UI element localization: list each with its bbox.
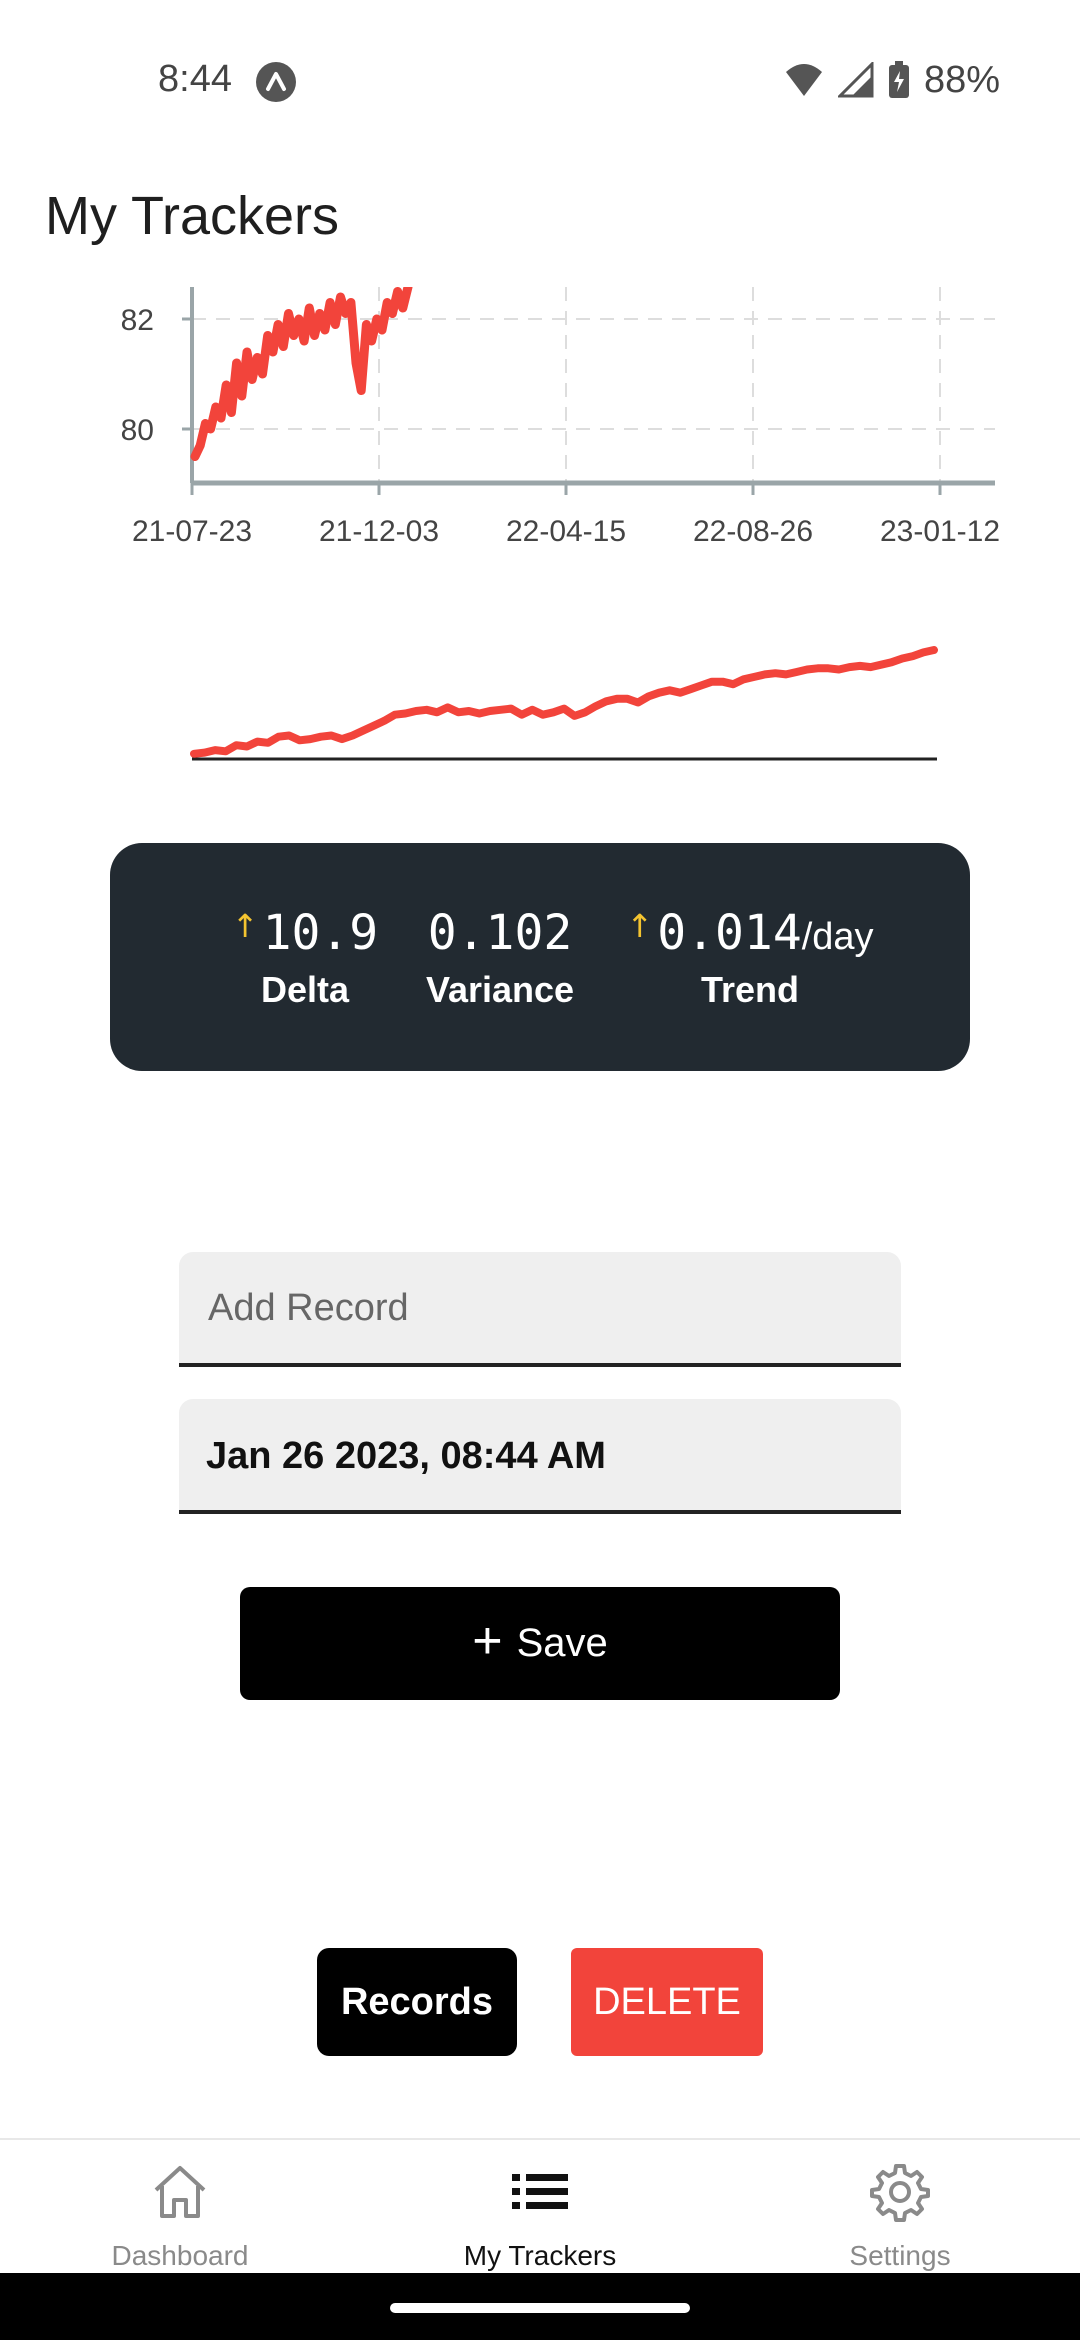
arrow-up-icon: ↑ xyxy=(231,907,259,945)
app-notification-icon xyxy=(256,62,296,102)
plus-icon: + xyxy=(472,1611,503,1670)
x-tick-label: 22-04-15 xyxy=(506,515,626,548)
cell-signal-icon xyxy=(837,62,874,98)
x-tick-label: 21-12-03 xyxy=(319,515,439,548)
variance-label: Variance xyxy=(425,969,575,1010)
variance-value: 0.102 xyxy=(427,905,573,961)
nav-my-trackers-label: My Trackers xyxy=(463,2240,617,2271)
save-label: Save xyxy=(516,1621,608,1665)
records-button[interactable]: Records xyxy=(317,1948,517,2056)
delete-button[interactable]: DELETE xyxy=(571,1948,763,2056)
tracker-chart-svg: 82 80 21-07-23 21-12-03 22-04-15 22-08-26 23-… xyxy=(121,287,1000,548)
trend-stat: ↑0.014/day Trend xyxy=(610,905,890,1011)
status-time: 8:44 xyxy=(158,58,232,100)
trend-label: Trend xyxy=(700,969,799,1010)
save-button[interactable]: + Save xyxy=(240,1587,840,1700)
nav-dashboard[interactable]: Dashboard xyxy=(30,2140,330,2275)
add-record-input[interactable] xyxy=(206,1252,870,1365)
trend-unit: /day xyxy=(801,916,874,958)
y-tick-label: 80 xyxy=(121,414,154,447)
wifi-icon xyxy=(785,64,822,96)
nav-my-trackers[interactable]: My Trackers xyxy=(390,2140,690,2275)
date-value: Jan 26 2023, 08:44 AM xyxy=(206,1435,606,1477)
arrow-up-icon: ↑ xyxy=(626,907,654,945)
tracker-chart: 82 80 21-07-23 21-12-03 22-04-15 22-08-26 23-… xyxy=(0,287,1080,567)
delta-stat: ↑10.9 Delta xyxy=(215,905,395,1011)
nav-settings[interactable]: Settings xyxy=(750,2140,1050,2275)
nav-dashboard-label: Dashboard xyxy=(111,2240,249,2271)
stats-card: ↑10.9 Delta 0.102 Variance ↑0.014/day Tr… xyxy=(110,843,970,1071)
status-indicators: 88% xyxy=(784,58,1000,102)
nav-settings-label: Settings xyxy=(849,2240,951,2271)
x-tick-label: 23-01-12 xyxy=(880,515,1000,548)
delete-label: DELETE xyxy=(593,1980,741,2023)
page-title: My Trackers xyxy=(45,186,340,246)
variance-stat: 0.102 Variance xyxy=(405,905,595,1011)
add-record-field[interactable] xyxy=(179,1252,901,1367)
y-tick-label: 82 xyxy=(121,304,154,337)
delta-label: Delta xyxy=(260,969,350,1010)
gear-icon xyxy=(870,2164,930,2222)
date-field[interactable]: Jan 26 2023, 08:44 AM xyxy=(179,1399,901,1514)
x-tick-label: 22-08-26 xyxy=(693,515,813,548)
list-icon xyxy=(512,2174,568,2209)
battery-icon xyxy=(888,61,909,98)
x-tick-label: 21-07-23 xyxy=(132,515,252,548)
home-icon xyxy=(154,2166,206,2218)
series-line xyxy=(190,287,413,461)
trend-value: 0.014 xyxy=(657,905,802,961)
status-bar: 8:44 88% xyxy=(0,0,1080,165)
sparkline-svg xyxy=(190,646,938,761)
home-gesture-pill[interactable] xyxy=(390,2303,690,2313)
delta-value: 10.9 xyxy=(262,905,379,961)
bottom-nav: Dashboard My Trackers Settings xyxy=(0,2138,1080,2275)
records-label: Records xyxy=(340,1980,494,2023)
battery-percent: 88% xyxy=(923,58,1000,101)
trend-sparkline xyxy=(180,640,950,770)
sparkline-line xyxy=(190,646,938,758)
